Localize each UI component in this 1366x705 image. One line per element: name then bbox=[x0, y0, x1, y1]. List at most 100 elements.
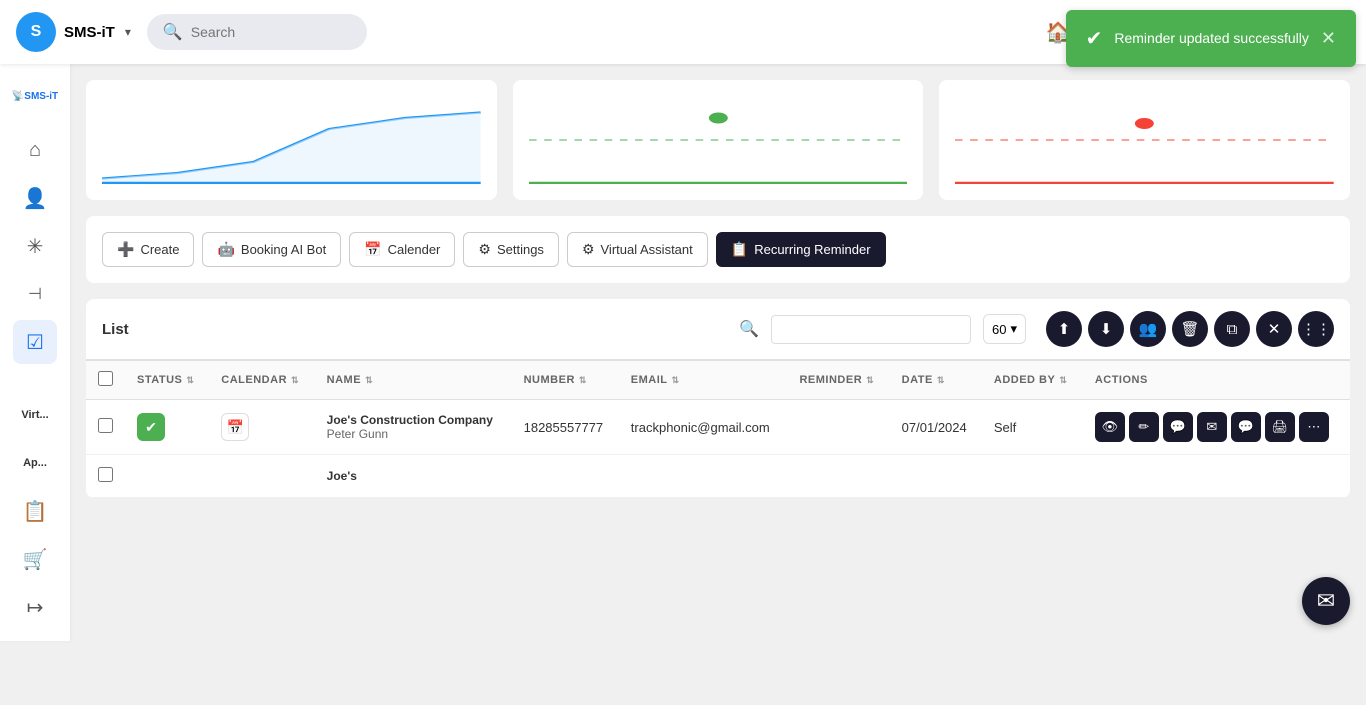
sidebar-item-app[interactable]: Ap... bbox=[13, 441, 57, 485]
row1-chat-button[interactable]: 💬 bbox=[1231, 412, 1261, 442]
recurring-reminder-button[interactable]: 📋 Recurring Reminder bbox=[716, 232, 886, 267]
row1-status: ✔ bbox=[125, 400, 209, 455]
date-sort-icon: ⇅ bbox=[937, 375, 945, 386]
row1-reminder bbox=[787, 400, 889, 455]
virtual-assistant-button[interactable]: ⚙ Virtual Assistant bbox=[567, 232, 708, 267]
th-date: DATE ⇅ bbox=[890, 361, 982, 400]
main-content: ➕ Create 🤖 Booking AI Bot 📅 Calender ⚙ S… bbox=[70, 64, 1366, 641]
list-title: List bbox=[102, 321, 129, 338]
name-sort-icon: ⇅ bbox=[365, 375, 373, 386]
row1-action-row: 👁 ✏ 💬 ✉ 💬 🖨 ⋯ bbox=[1095, 412, 1338, 442]
row2-calendar bbox=[209, 455, 314, 498]
row1-company: Joe's Construction Company bbox=[327, 413, 500, 427]
row2-actions bbox=[1083, 455, 1350, 498]
row1-view-button[interactable]: 👁 bbox=[1095, 412, 1125, 442]
number-sort-icon: ⇅ bbox=[579, 375, 587, 386]
sidebar: 📡SMS-iT ⌂ 👤 ✳ ⊣ ☑ Virt... Ap... 📋 🛒 ↦ bbox=[0, 64, 70, 641]
brand-area[interactable]: S SMS-iT ▾ bbox=[16, 12, 131, 52]
row1-email-button[interactable]: ✉ bbox=[1197, 412, 1227, 442]
row1-email: trackphonic@gmail.com bbox=[619, 400, 788, 455]
row1-checkbox-cell bbox=[86, 400, 125, 455]
th-status: STATUS ⇅ bbox=[125, 361, 209, 400]
row1-contact-name: Peter Gunn bbox=[327, 427, 500, 441]
th-name: NAME ⇅ bbox=[315, 361, 512, 400]
sidebar-item-cart[interactable]: 🛒 bbox=[13, 537, 57, 581]
email-sort-icon: ⇅ bbox=[672, 375, 680, 386]
table-row: Joe's bbox=[86, 455, 1350, 498]
sidebar-item-calendar[interactable]: ☑ bbox=[13, 320, 57, 364]
close-x-button[interactable]: ✕ bbox=[1256, 311, 1292, 347]
delete-button[interactable]: 🗑 bbox=[1172, 311, 1208, 347]
calender-button[interactable]: 📅 Calender bbox=[349, 232, 455, 267]
sidebar-item-network[interactable]: ✳ bbox=[13, 224, 57, 268]
sidebar-item-virtual[interactable]: Virt... bbox=[13, 393, 57, 437]
row2-added-by bbox=[982, 455, 1083, 498]
row2-checkbox-cell bbox=[86, 455, 125, 498]
row1-sms-button[interactable]: 💬 bbox=[1163, 412, 1193, 442]
row1-number: 18285557777 bbox=[512, 400, 619, 455]
brand-avatar: S bbox=[16, 12, 56, 52]
sidebar-bottom: Virt... Ap... 📋 🛒 ↦ bbox=[13, 393, 57, 629]
recurring-reminder-icon: 📋 bbox=[731, 241, 748, 258]
th-added-by: ADDED BY ⇅ bbox=[982, 361, 1083, 400]
toast-message: Reminder updated successfully bbox=[1114, 29, 1309, 47]
th-checkbox bbox=[86, 361, 125, 400]
sidebar-item-home[interactable]: ⌂ bbox=[13, 128, 57, 172]
create-icon: ➕ bbox=[117, 241, 134, 258]
sidebar-item-notes[interactable]: 📋 bbox=[13, 489, 57, 533]
list-search-input[interactable] bbox=[771, 315, 971, 344]
select-all-checkbox[interactable] bbox=[98, 371, 113, 386]
th-actions: ACTIONS bbox=[1083, 361, 1350, 400]
data-table: STATUS ⇅ CALENDAR ⇅ NAME ⇅ bbox=[86, 361, 1350, 498]
toast-check-icon: ✔ bbox=[1086, 26, 1103, 51]
virtual-assistant-icon: ⚙ bbox=[582, 241, 595, 258]
row1-name: Joe's Construction Company Peter Gunn bbox=[315, 400, 512, 455]
chart-card-red bbox=[939, 80, 1350, 200]
create-button[interactable]: ➕ Create bbox=[102, 232, 194, 267]
table-row: ✔ 📅 Joe's Construction Company Peter Gun… bbox=[86, 400, 1350, 455]
search-input[interactable] bbox=[191, 24, 351, 40]
th-email: EMAIL ⇅ bbox=[619, 361, 788, 400]
row2-checkbox[interactable] bbox=[98, 467, 113, 482]
users-button[interactable]: 👥 bbox=[1130, 311, 1166, 347]
th-calendar: CALENDAR ⇅ bbox=[209, 361, 314, 400]
brand-chevron-icon: ▾ bbox=[125, 25, 131, 39]
list-search-icon[interactable]: 🔍 bbox=[739, 319, 759, 339]
row1-print-button[interactable]: 🖨 bbox=[1265, 412, 1295, 442]
row2-date bbox=[890, 455, 982, 498]
download-button[interactable]: ⬇ bbox=[1088, 311, 1124, 347]
chart-card-green bbox=[513, 80, 924, 200]
sidebar-item-steps[interactable]: ⊣ bbox=[13, 272, 57, 316]
row1-checkbox[interactable] bbox=[98, 418, 113, 433]
sidebar-item-export[interactable]: ↦ bbox=[13, 585, 57, 629]
settings-icon: ⚙ bbox=[478, 241, 491, 258]
upload-button[interactable]: ⬆ bbox=[1046, 311, 1082, 347]
floating-chat-button[interactable]: ✉ bbox=[1302, 577, 1350, 625]
reminder-sort-icon: ⇅ bbox=[866, 375, 874, 386]
settings-button[interactable]: ⚙ Settings bbox=[463, 232, 559, 267]
search-box[interactable]: 🔍 bbox=[147, 14, 367, 50]
menu-button[interactable]: ⋮⋮ bbox=[1298, 311, 1334, 347]
row2-reminder bbox=[787, 455, 889, 498]
brand-name: SMS-iT bbox=[64, 24, 115, 41]
row1-actions: 👁 ✏ 💬 ✉ 💬 🖨 ⋯ bbox=[1083, 400, 1350, 455]
toast-notification: ✔ Reminder updated successfully ✕ bbox=[1066, 10, 1356, 67]
row1-calendar: 📅 bbox=[209, 400, 314, 455]
toast-close-icon[interactable]: ✕ bbox=[1321, 28, 1336, 49]
float-chat-icon: ✉ bbox=[1317, 588, 1335, 614]
per-page-select[interactable]: 60 ▾ bbox=[983, 314, 1026, 344]
copy-button[interactable]: ⧉ bbox=[1214, 311, 1250, 347]
booking-ai-bot-button[interactable]: 🤖 Booking AI Bot bbox=[202, 232, 341, 267]
row1-status-check-icon: ✔ bbox=[137, 413, 165, 441]
th-reminder: REMINDER ⇅ bbox=[787, 361, 889, 400]
row2-number bbox=[512, 455, 619, 498]
th-number: NUMBER ⇅ bbox=[512, 361, 619, 400]
row1-edit-button[interactable]: ✏ bbox=[1129, 412, 1159, 442]
sidebar-logo-text: 📡SMS-iT bbox=[12, 91, 58, 102]
row1-more-button[interactable]: ⋯ bbox=[1299, 412, 1329, 442]
calendar-sort-icon: ⇅ bbox=[291, 375, 299, 386]
icon-btn-group: ⬆ ⬇ 👥 🗑 ⧉ ✕ ⋮⋮ bbox=[1046, 311, 1334, 347]
row1-calendar-icon: 📅 bbox=[221, 413, 249, 441]
sidebar-item-contacts[interactable]: 👤 bbox=[13, 176, 57, 220]
row2-company: Joe's bbox=[327, 469, 500, 483]
